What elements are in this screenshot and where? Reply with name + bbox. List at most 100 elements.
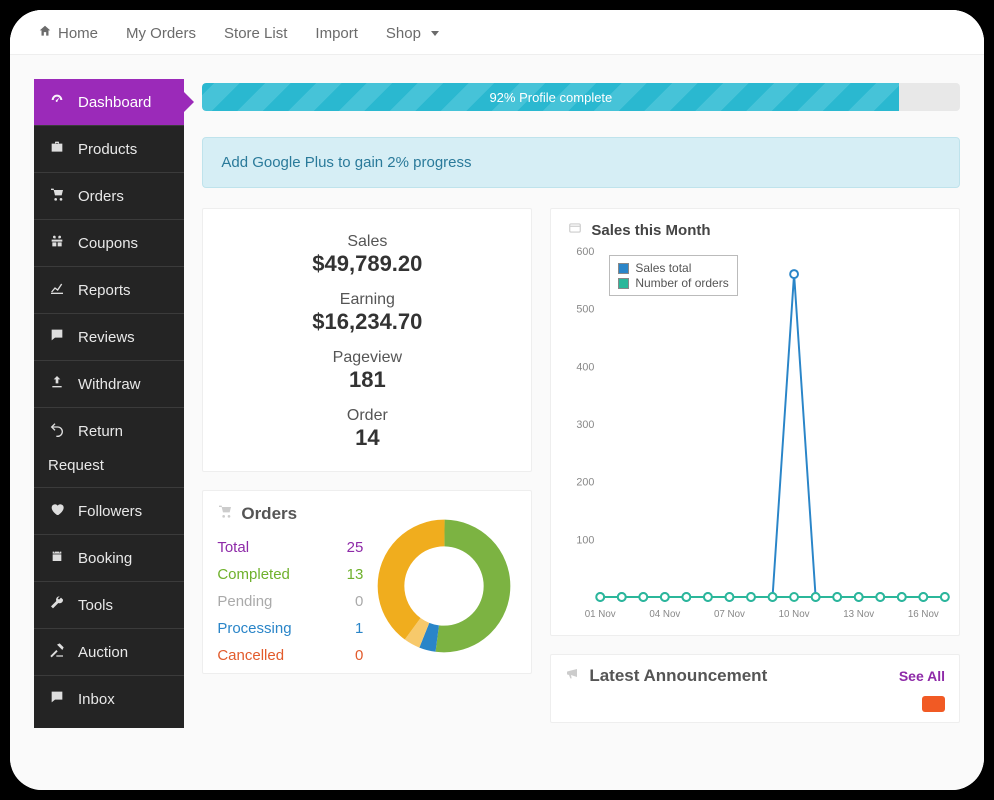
- sidebar-item-label: Booking: [78, 550, 132, 567]
- nav-my-orders[interactable]: My Orders: [126, 25, 196, 42]
- megaphone-icon: [565, 665, 581, 686]
- nav-shop[interactable]: Shop: [386, 25, 439, 42]
- orders-pending-label: Pending: [217, 593, 272, 610]
- sidebar-item-booking[interactable]: Booking: [34, 535, 184, 582]
- sidebar-item-followers[interactable]: Followers: [34, 488, 184, 535]
- profile-tip: Add Google Plus to gain 2% progress: [202, 137, 960, 188]
- sidebar-item-dashboard[interactable]: Dashboard: [34, 79, 184, 126]
- stat-earning-label: Earning: [213, 291, 521, 309]
- sidebar-item-reports[interactable]: Reports: [34, 267, 184, 314]
- sidebar-item-tools[interactable]: Tools: [34, 582, 184, 629]
- svg-text:500: 500: [577, 304, 595, 316]
- nav-home-label: Home: [58, 25, 98, 42]
- announcement-chip: [922, 696, 945, 712]
- stat-pageview-label: Pageview: [213, 349, 521, 367]
- profile-progress-fill: 92% Profile complete: [202, 83, 899, 111]
- sidebar-item-label: Orders: [78, 188, 124, 205]
- announcement-card: Latest Announcement See All: [550, 654, 960, 723]
- sidebar-item-label: Withdraw: [78, 376, 141, 393]
- stat-order-label: Order: [213, 407, 521, 425]
- top-nav: Home My Orders Store List Import Shop: [10, 10, 984, 55]
- stat-earning-value: $16,234.70: [213, 309, 521, 335]
- card-icon: [567, 221, 583, 239]
- cart-icon: [48, 186, 66, 206]
- calendar-icon: [48, 548, 66, 568]
- gift-icon: [48, 233, 66, 253]
- sidebar-item-label: Auction: [78, 644, 128, 661]
- stat-pageview-value: 181: [213, 367, 521, 393]
- chevron-down-icon: [431, 31, 439, 36]
- heart-icon: [48, 501, 66, 521]
- orders-processing-label: Processing: [217, 620, 291, 637]
- orders-donut-chart: [371, 503, 517, 669]
- sales-chart-title: Sales this Month: [591, 222, 710, 239]
- sidebar-item-label: Inbox: [78, 691, 115, 708]
- gauge-icon: [48, 92, 66, 112]
- orders-title: Orders: [241, 504, 297, 524]
- announcement-title: Latest Announcement: [589, 666, 767, 686]
- sales-line-chart: 100 200 300 400 500 600 01 Nov 04 Nov 07 Nov 10 N…: [563, 245, 955, 625]
- orders-card: Orders Total 25 Completed 13 Pending 0 Proc…: [202, 490, 532, 674]
- stats-card: Sales $49,789.20 Earning $16,234.70 Page…: [202, 208, 532, 472]
- sidebar-item-label: Tools: [78, 597, 113, 614]
- orders-pending-value: 0: [355, 593, 363, 610]
- upload-icon: [48, 374, 66, 394]
- svg-text:01 Nov: 01 Nov: [585, 609, 616, 620]
- sidebar-item-label: Return: [78, 423, 123, 440]
- stat-sales-value: $49,789.20: [213, 251, 521, 277]
- profile-tip-text: Add Google Plus to gain 2% progress: [221, 154, 471, 171]
- sidebar-item-label: Coupons: [78, 235, 138, 252]
- sidebar-item-label: Dashboard: [78, 94, 151, 111]
- see-all-link[interactable]: See All: [899, 668, 945, 684]
- orders-cancelled-value: 0: [355, 647, 363, 664]
- svg-text:300: 300: [577, 419, 595, 431]
- sidebar-item-return-request[interactable]: Return Request: [34, 408, 184, 488]
- linechart-icon: [48, 280, 66, 300]
- svg-text:400: 400: [577, 361, 595, 373]
- sidebar-item-coupons[interactable]: Coupons: [34, 220, 184, 267]
- orders-total-label: Total: [217, 539, 249, 556]
- svg-text:07 Nov: 07 Nov: [714, 609, 745, 620]
- gavel-icon: [48, 642, 66, 662]
- nav-home[interactable]: Home: [38, 24, 98, 42]
- sidebar-item-label: Reports: [78, 282, 131, 299]
- sidebar-item-orders[interactable]: Orders: [34, 173, 184, 220]
- orders-completed-value: 13: [347, 566, 364, 583]
- svg-text:600: 600: [577, 246, 595, 258]
- svg-text:10 Nov: 10 Nov: [779, 609, 810, 620]
- nav-import[interactable]: Import: [315, 25, 358, 42]
- sidebar-item-inbox[interactable]: Inbox: [34, 676, 184, 722]
- main-content: 92% Profile complete Add Google Plus to …: [202, 79, 960, 723]
- stat-sales-label: Sales: [213, 233, 521, 251]
- svg-text:13 Nov: 13 Nov: [844, 609, 875, 620]
- sidebar-item-auction[interactable]: Auction: [34, 629, 184, 676]
- sidebar-item-withdraw[interactable]: Withdraw: [34, 361, 184, 408]
- svg-text:16 Nov: 16 Nov: [908, 609, 939, 620]
- sidebar-item-label-2: Request: [48, 457, 170, 474]
- sales-chart-card: Sales this Month 100 200 300 400 500 600 01 No…: [550, 208, 960, 636]
- wrench-icon: [48, 595, 66, 615]
- nav-store-list[interactable]: Store List: [224, 25, 287, 42]
- sidebar-item-label: Followers: [78, 503, 142, 520]
- undo-icon: [48, 421, 66, 441]
- svg-text:200: 200: [577, 477, 595, 489]
- orders-completed-label: Completed: [217, 566, 290, 583]
- sidebar-item-label: Reviews: [78, 329, 135, 346]
- comment-icon: [48, 327, 66, 347]
- orders-cancelled-label: Cancelled: [217, 647, 284, 664]
- profile-progress-bar: 92% Profile complete: [202, 83, 960, 111]
- chat-icon: [48, 689, 66, 709]
- profile-progress-block: 92% Profile complete Add Google Plus to …: [202, 79, 960, 188]
- svg-text:04 Nov: 04 Nov: [650, 609, 681, 620]
- chart-legend: Sales total Number of orders: [609, 255, 737, 296]
- sidebar-item-reviews[interactable]: Reviews: [34, 314, 184, 361]
- orders-total-value: 25: [347, 539, 364, 556]
- cart-icon: [217, 503, 233, 524]
- svg-text:100: 100: [577, 534, 595, 546]
- briefcase-icon: [48, 139, 66, 159]
- profile-progress-label: 92% Profile complete: [489, 90, 612, 105]
- orders-processing-value: 1: [355, 620, 363, 637]
- sidebar: Dashboard Products Orders Coupons: [34, 79, 184, 728]
- stat-order-value: 14: [213, 425, 521, 451]
- sidebar-item-products[interactable]: Products: [34, 126, 184, 173]
